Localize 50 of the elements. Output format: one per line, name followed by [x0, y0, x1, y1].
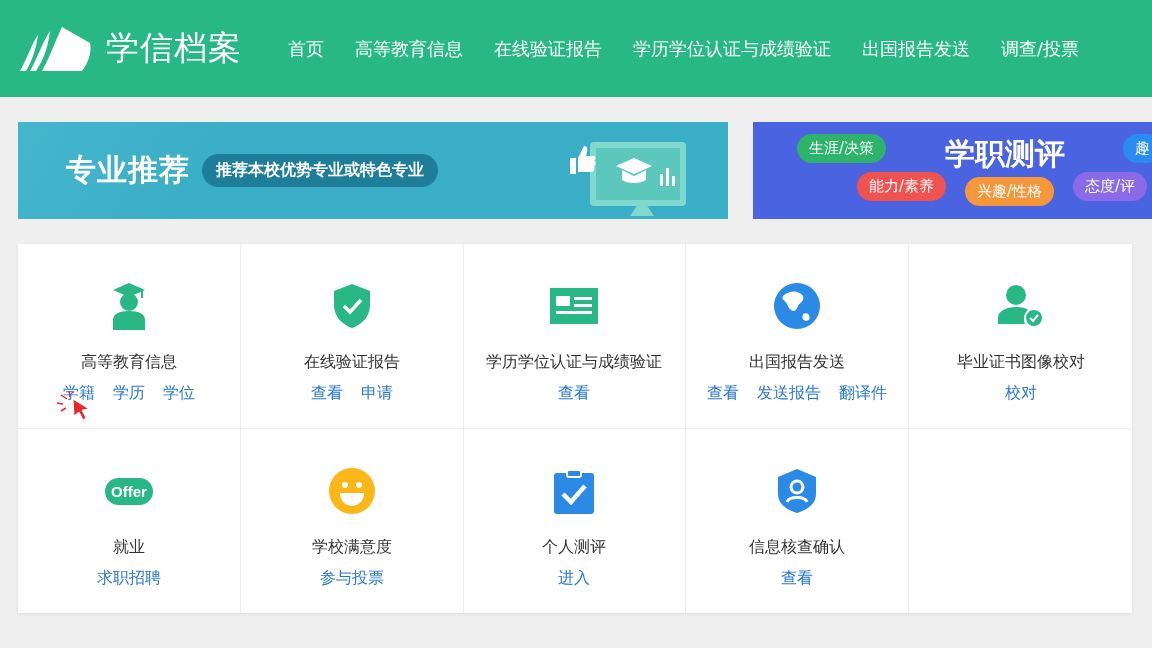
smiley-icon — [327, 467, 376, 515]
service-title: 就业 — [112, 537, 145, 558]
banner-title: 学职测评 — [945, 135, 1065, 173]
service-title: 毕业证书图像校对 — [956, 352, 1085, 373]
tag: 态度/评 — [1073, 172, 1148, 201]
service-link[interactable]: 查看 — [781, 568, 814, 589]
service-link[interactable]: 查看 — [558, 383, 591, 404]
nav-link[interactable]: 调查/投票 — [1001, 36, 1080, 61]
service-title: 出国报告发送 — [749, 352, 846, 373]
nav-link[interactable]: 学历学位认证与成绩验证 — [633, 36, 831, 61]
service-link[interactable]: 申请 — [360, 383, 393, 404]
service-link[interactable]: 翻译件 — [839, 383, 888, 404]
banner-title: 专业推荐 — [66, 151, 190, 189]
promo-banner[interactable]: 专业推荐 推荐本校优势专业或特色专业 — [18, 122, 728, 219]
site-title[interactable]: 学信档案 — [106, 26, 242, 71]
service-link[interactable]: 学位 — [162, 383, 195, 404]
banner-tagline: 推荐本校优势专业或特色专业 — [202, 154, 438, 187]
id-card-icon — [550, 288, 599, 324]
service-link[interactable]: 学历 — [112, 383, 145, 404]
service-title: 个人测评 — [542, 537, 607, 558]
nav-link[interactable]: 高等教育信息 — [355, 36, 463, 61]
graduate-icon — [110, 282, 147, 330]
tag: 趣 — [1123, 134, 1152, 163]
service-link[interactable]: 查看 — [310, 383, 343, 404]
tag: 能力/素养 — [857, 172, 947, 201]
user-check-icon — [997, 284, 1044, 328]
nav-link[interactable]: 首页 — [288, 36, 324, 61]
service-link[interactable]: 校对 — [1004, 383, 1037, 404]
service-link[interactable]: 查看 — [707, 383, 740, 404]
service-link[interactable]: 进入 — [558, 568, 591, 589]
tag: 兴趣/性格 — [965, 177, 1055, 206]
nav-link[interactable]: 在线验证报告 — [494, 36, 602, 61]
service-link[interactable]: 学籍 — [62, 383, 95, 402]
shield-check-icon — [332, 283, 371, 329]
service-link[interactable]: 发送报告 — [757, 383, 822, 404]
shield-person-icon — [777, 468, 818, 514]
globe-icon — [773, 282, 822, 330]
service-link[interactable]: 参与投票 — [319, 568, 384, 589]
service-title: 在线验证报告 — [303, 352, 400, 373]
offer-icon: Offer — [104, 477, 153, 505]
service-title: 学校满意度 — [311, 537, 392, 558]
service-title: 信息核查确认 — [749, 537, 846, 558]
service-title: 高等教育信息 — [80, 352, 177, 373]
clipboard-check-icon — [554, 468, 595, 514]
service-title: 学历学位认证与成绩验证 — [486, 352, 663, 373]
logo-icon[interactable] — [18, 26, 92, 71]
assessment-banner[interactable]: 生涯/决策 学职测评 趣 能力/素养 兴趣/性格 态度/评 — [753, 122, 1152, 219]
tag: 生涯/决策 — [797, 134, 887, 163]
nav-link[interactable]: 出国报告发送 — [862, 36, 970, 61]
service-link[interactable]: 求职招聘 — [96, 568, 161, 589]
